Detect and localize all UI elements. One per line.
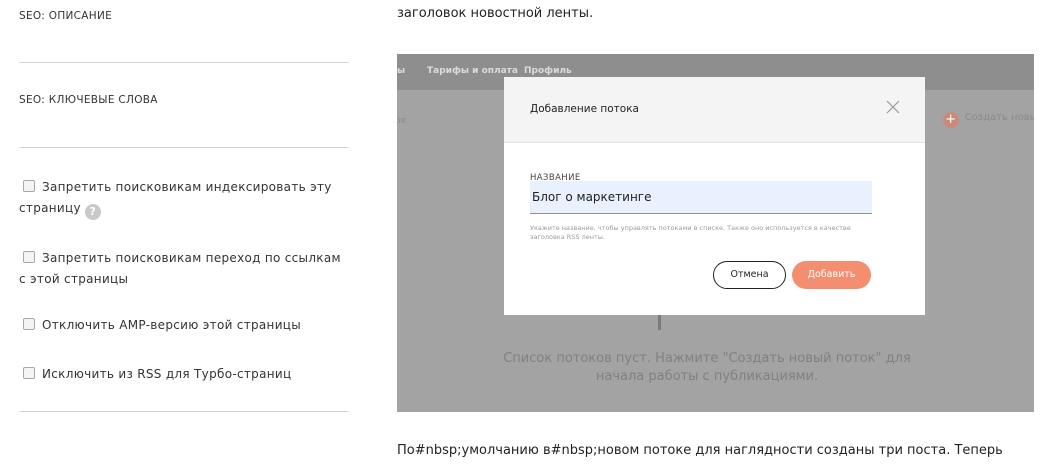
add-button[interactable]: Добавить [792,261,871,289]
noindex-label-line2: страницу [19,201,81,215]
screenshot-create-label: Создать новый [964,112,1034,123]
exclude-rss-checkbox[interactable] [23,367,35,379]
cancel-button[interactable]: Отмена [713,261,786,289]
close-icon[interactable] [885,99,901,115]
nofollow-option: Запретить поисковикам переход по ссылкам… [19,248,349,290]
divider [19,411,349,412]
disable-amp-option: Отключить AMP-версию этой страницы [19,315,349,336]
exclude-rss-option: Исключить из RSS для Турбо-страниц [19,364,349,385]
nofollow-label-line1: Запретить поисковикам переход по ссылкам [42,251,341,265]
seo-description-label: SEO: ОПИСАНИЕ [19,10,113,22]
nofollow-checkbox[interactable] [23,251,35,263]
noindex-option: Запретить поисковикам индексировать эту … [19,177,349,220]
screenshot-ghost-text: ов [397,116,406,126]
noindex-checkbox[interactable] [23,180,35,192]
add-stream-modal: Добавление потока НАЗВАНИЕ Блог о маркет… [504,77,925,315]
divider [19,147,349,148]
name-input[interactable]: Блог о маркетинге [530,181,872,214]
screenshot-nav-item: ы [397,66,406,76]
article-text-bottom: По#nbsp;умолчанию в#nbsp;новом потоке дл… [397,443,1003,458]
disable-amp-checkbox[interactable] [23,318,35,330]
divider [19,62,349,63]
screenshot-nav-item: Профиль [524,66,572,76]
seo-keywords-label: SEO: КЛЮЧЕВЫЕ СЛОВА [19,94,158,106]
name-field-hint: Укажите название, чтобы управлять потока… [530,224,851,241]
help-icon[interactable]: ? [84,204,101,220]
screenshot-nav-item: Тарифы и оплата [427,66,518,76]
screenshot-create-stream: + Создать новый [942,112,1034,128]
page-settings-panel: SEO: ОПИСАНИЕ SEO: КЛЮЧЕВЫЕ СЛОВА Запрет… [0,0,360,466]
screenshot-empty-message: Список потоков пуст. Нажмите "Создать но… [503,351,911,384]
plus-icon: + [942,112,959,128]
modal-header: Добавление потока [504,77,925,143]
disable-amp-label: Отключить AMP-версию этой страницы [42,318,302,332]
noindex-label-line1: Запретить поисковикам индексировать эту [42,180,332,194]
exclude-rss-label: Исключить из RSS для Турбо-страниц [42,367,292,381]
embedded-screenshot: ы Тарифы и оплата Профиль ов + Создать но… [397,54,1034,412]
nofollow-label-line2: с этой страницы [19,272,129,286]
modal-title: Добавление потока [530,103,639,115]
article-text-top: заголовок новостной ленты. [397,6,594,21]
